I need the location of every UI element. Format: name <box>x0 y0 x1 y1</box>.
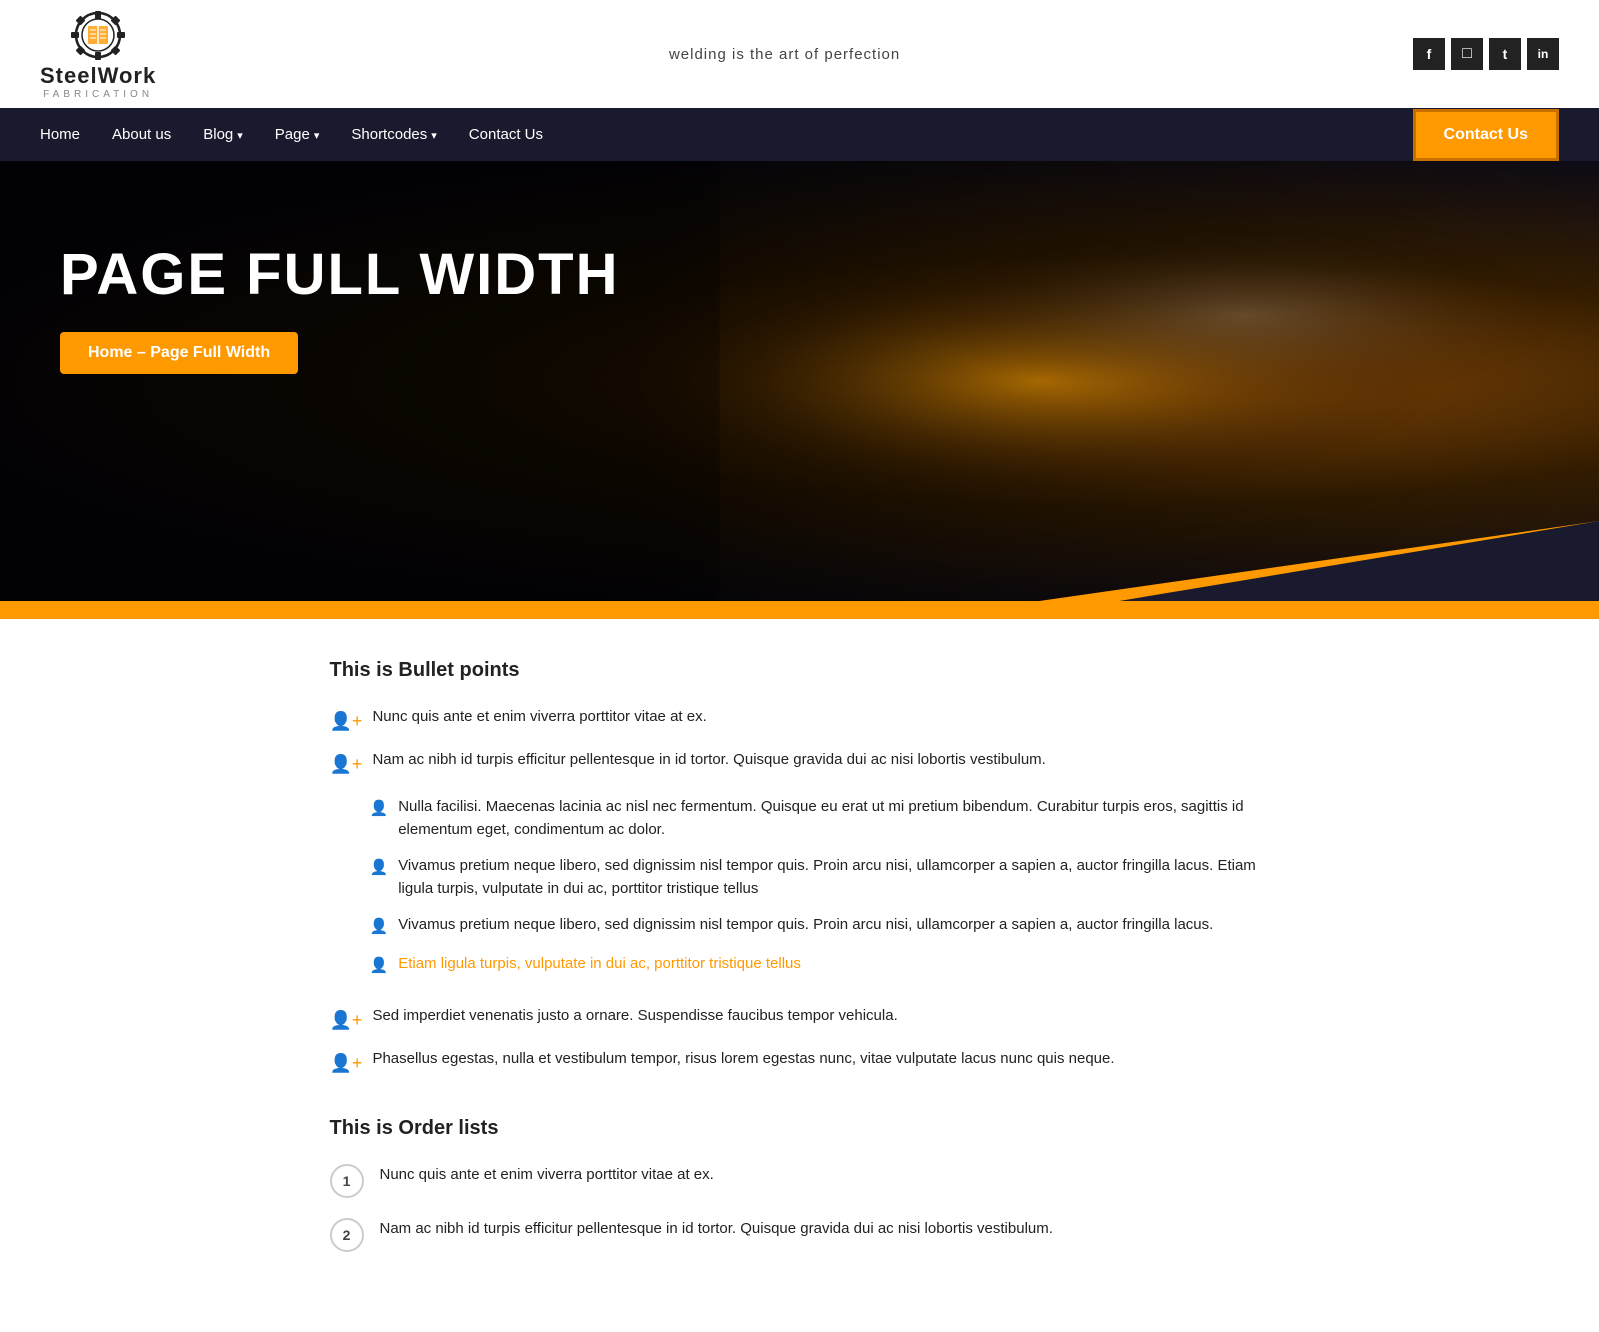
logo-text: SteelWork <box>40 63 156 89</box>
sub-bullet-list: 👤 Nulla facilisi. Maecenas lacinia ac ni… <box>370 796 1270 991</box>
nav-links: Home About us Blog Page Shortcodes Conta… <box>40 108 543 161</box>
contact-us-button[interactable]: Contact Us <box>1413 109 1559 161</box>
orange-strip <box>0 601 1599 619</box>
hero: PAGE FULL WIDTH Home – Page Full Width <box>0 161 1599 601</box>
list-item: 👤 Vivamus pretium neque libero, sed dign… <box>370 914 1270 939</box>
list-item: 👤 Nulla facilisi. Maecenas lacinia ac ni… <box>370 796 1270 841</box>
list-item: 👤+ Nam ac nibh id turpis efficitur pelle… <box>330 749 1270 991</box>
order-number-1: 1 <box>330 1164 364 1198</box>
list-item: 1 Nunc quis ante et enim viverra porttit… <box>330 1164 1270 1198</box>
order-number-2: 2 <box>330 1218 364 1252</box>
nav-bar: Home About us Blog Page Shortcodes Conta… <box>0 108 1393 161</box>
instagram-icon[interactable]: □ <box>1451 38 1483 70</box>
bullet-icon: 👤 <box>370 798 389 821</box>
order-section: This is Order lists 1 Nunc quis ante et … <box>330 1117 1270 1252</box>
list-item: 👤+ Sed imperdiet venenatis justo a ornar… <box>330 1005 1270 1034</box>
bullet-icon: 👤+ <box>330 1050 363 1077</box>
nav-about[interactable]: About us <box>112 126 171 143</box>
list-item: 👤 Vivamus pretium neque libero, sed dign… <box>370 855 1270 900</box>
bullet-section-title: This is Bullet points <box>330 659 1270 682</box>
nav-shortcodes[interactable]: Shortcodes <box>351 126 436 143</box>
bullet-icon: 👤+ <box>330 1007 363 1034</box>
main-content: This is Bullet points 👤+ Nunc quis ante … <box>310 619 1290 1332</box>
order-section-title: This is Order lists <box>330 1117 1270 1140</box>
shortcodes-chevron <box>431 126 437 143</box>
hero-title: PAGE FULL WIDTH <box>60 241 1539 308</box>
facebook-icon[interactable]: f <box>1413 38 1445 70</box>
list-item: 2 Nam ac nibh id turpis efficitur pellen… <box>330 1218 1270 1252</box>
logo: SteelWork FABRICATION <box>40 8 156 100</box>
linkedin-icon[interactable]: in <box>1527 38 1559 70</box>
blog-chevron <box>237 126 243 143</box>
list-item: 👤+ Nunc quis ante et enim viverra portti… <box>330 706 1270 735</box>
list-item: 👤 Etiam ligula turpis, vulputate in dui … <box>370 953 1270 978</box>
nav-contact[interactable]: Contact Us <box>469 126 543 143</box>
logo-sub: FABRICATION <box>43 89 153 100</box>
social-icons: f □ t in <box>1413 38 1559 70</box>
bullet-icon: 👤+ <box>330 751 363 778</box>
nav-home[interactable]: Home <box>40 126 80 143</box>
bullet-icon: 👤+ <box>330 708 363 735</box>
tagline: welding is the art of perfection <box>669 46 900 63</box>
bullet-icon: 👤 <box>370 857 389 880</box>
list-item: 👤+ Phasellus egestas, nulla et vestibulu… <box>330 1048 1270 1077</box>
header-top: SteelWork FABRICATION welding is the art… <box>0 0 1599 108</box>
hero-breadcrumb[interactable]: Home – Page Full Width <box>60 332 298 374</box>
page-chevron <box>314 126 320 143</box>
nav-page[interactable]: Page <box>275 126 320 143</box>
hero-content: PAGE FULL WIDTH Home – Page Full Width <box>0 161 1599 454</box>
order-list: 1 Nunc quis ante et enim viverra porttit… <box>330 1164 1270 1252</box>
nav-blog[interactable]: Blog <box>203 126 243 143</box>
bullet-icon: 👤 <box>370 955 389 978</box>
twitter-icon[interactable]: t <box>1489 38 1521 70</box>
bullet-icon: 👤 <box>370 916 389 939</box>
logo-icon <box>68 8 128 63</box>
bullet-list: 👤+ Nunc quis ante et enim viverra portti… <box>330 706 1270 1077</box>
